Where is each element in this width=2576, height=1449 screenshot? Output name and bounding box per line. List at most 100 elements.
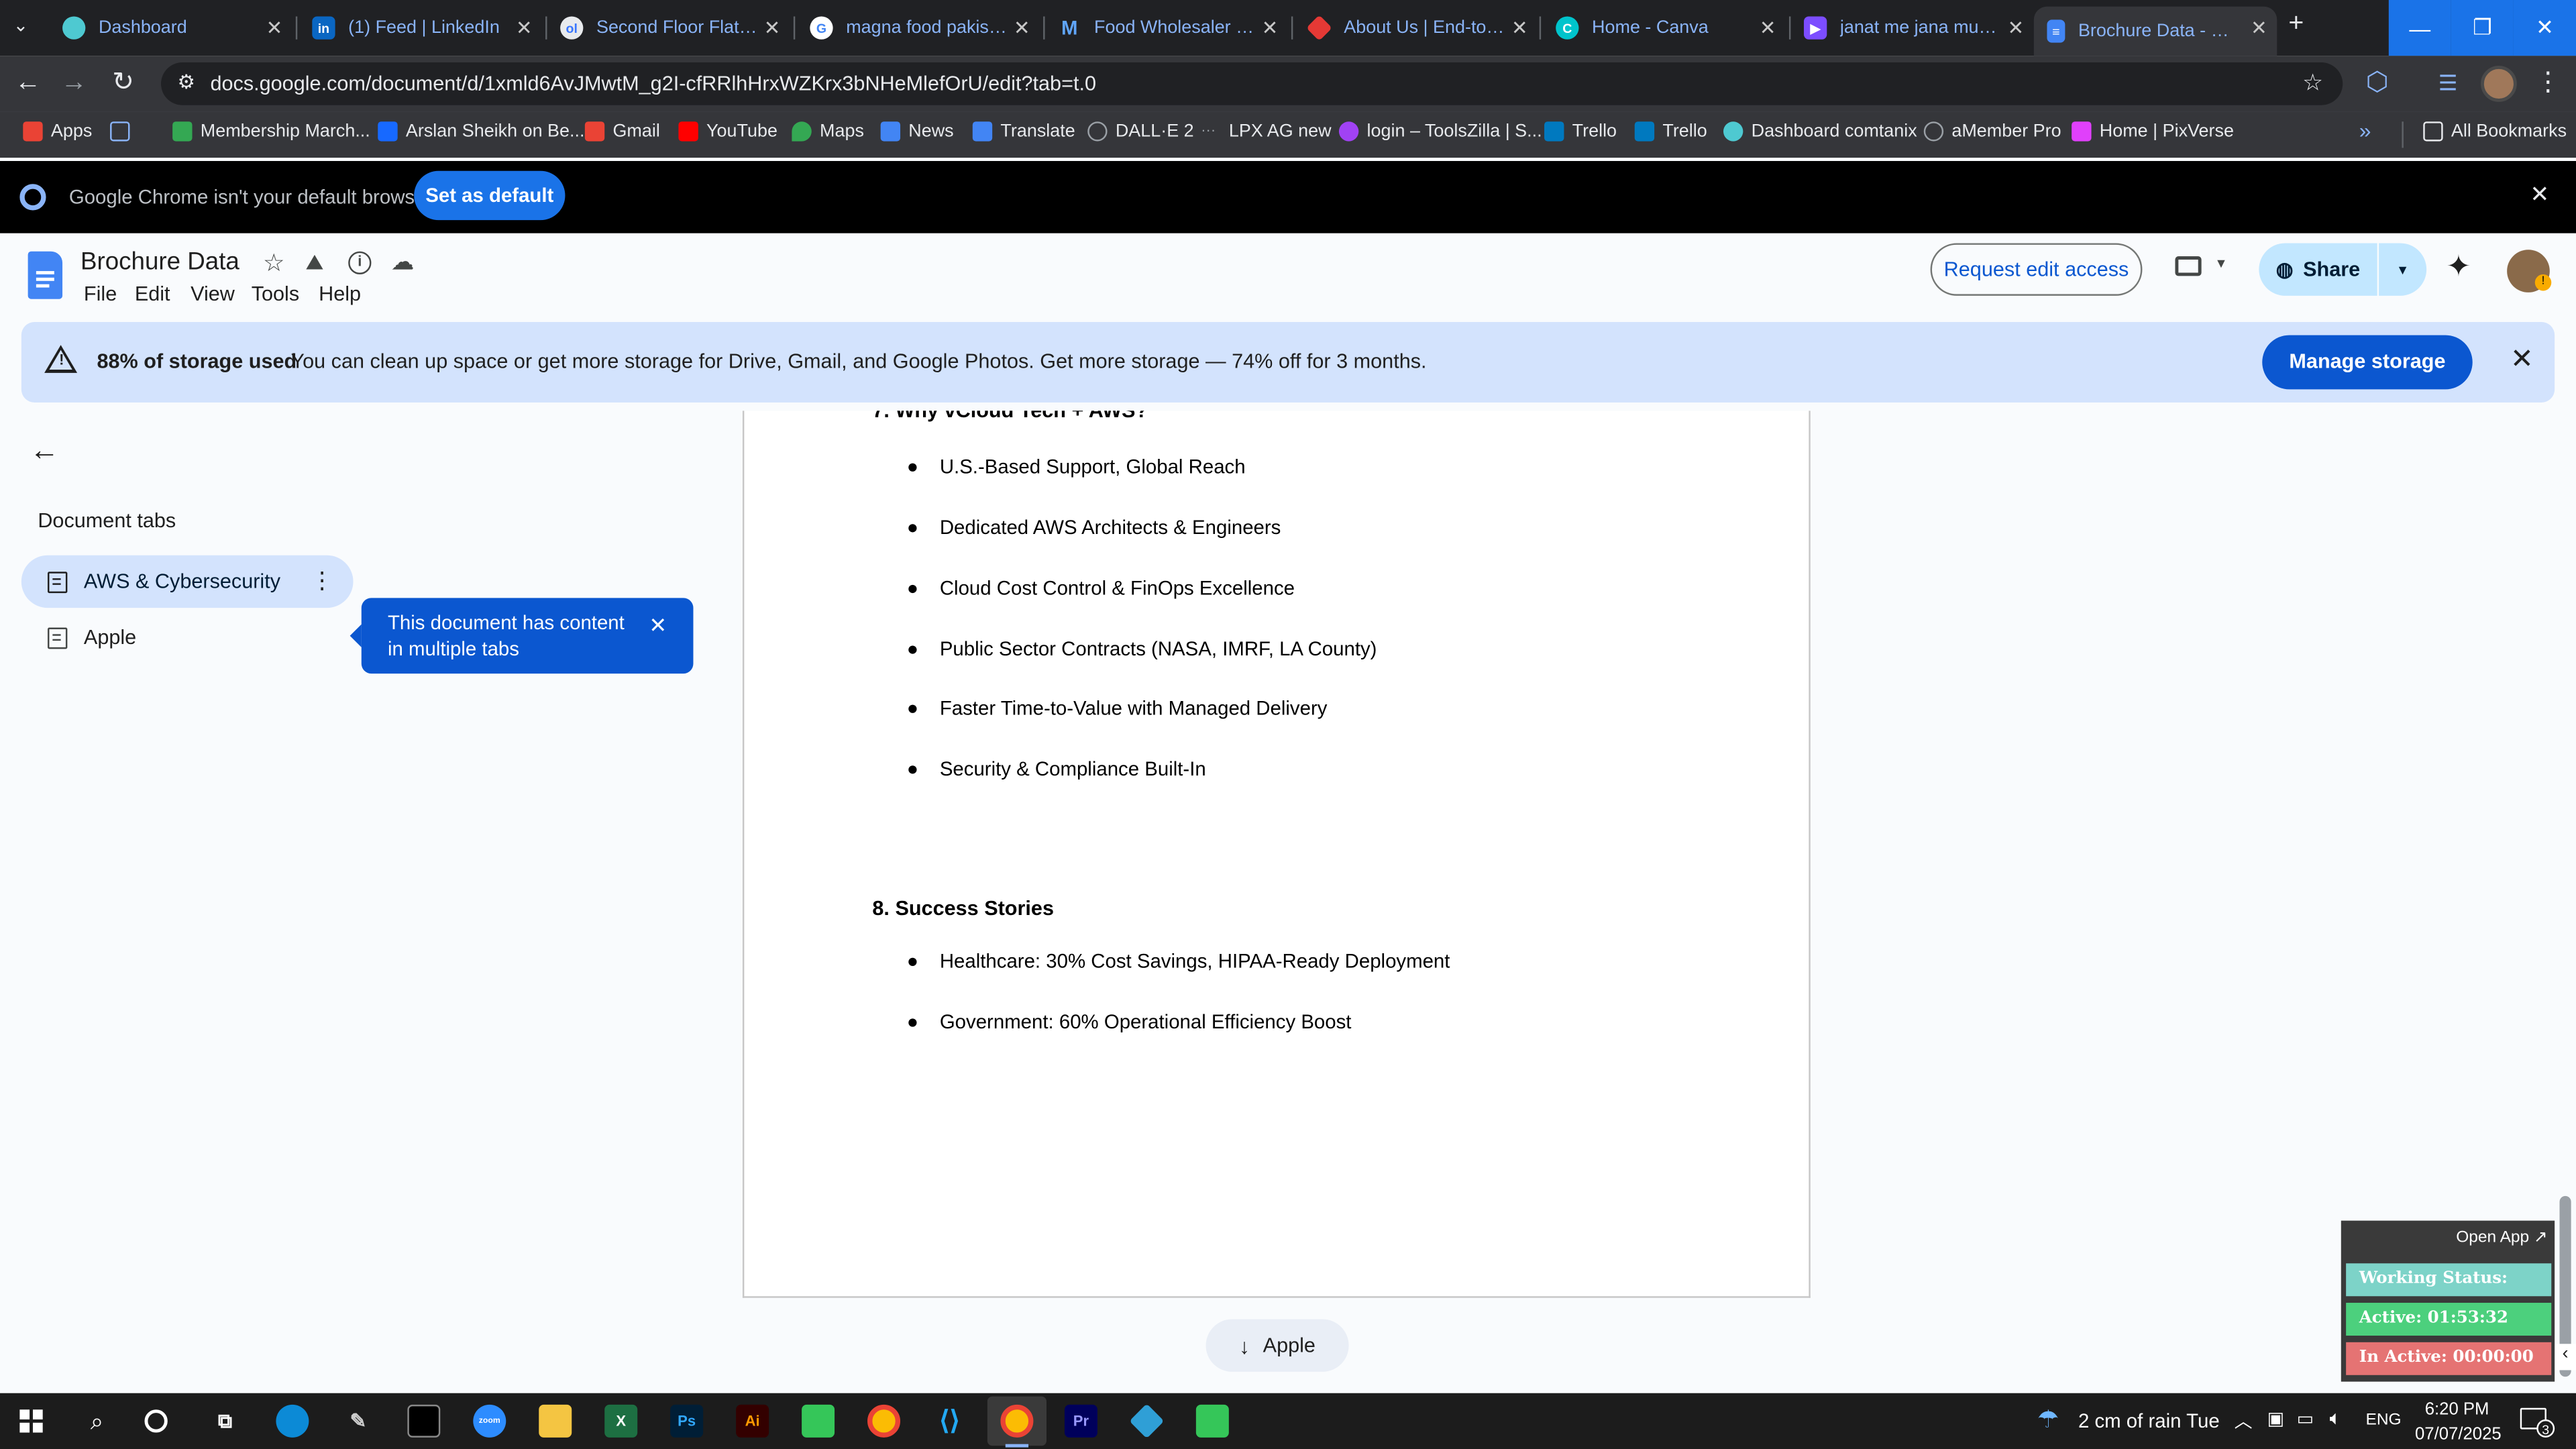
- new-tab-icon[interactable]: +: [2288, 10, 2304, 40]
- premiere-icon[interactable]: Pr: [1064, 1404, 1097, 1438]
- doc-tab-apple[interactable]: Apple: [21, 611, 354, 663]
- info-icon[interactable]: i: [348, 251, 372, 274]
- gemini-sparkle-icon[interactable]: ✦: [2447, 250, 2471, 284]
- menu-view[interactable]: View: [191, 282, 235, 305]
- browser-tab[interactable]: M Food Wholesaler | Ha ✕: [1045, 7, 1288, 50]
- meet-dropdown-icon[interactable]: ▼: [2214, 256, 2227, 271]
- close-tab-icon[interactable]: ✕: [2008, 16, 2025, 39]
- close-tab-icon[interactable]: ✕: [1760, 16, 1776, 39]
- bookmark-item[interactable]: DALL·E 2: [1087, 121, 1194, 142]
- site-info-icon[interactable]: ⚙: [177, 70, 195, 93]
- document-page[interactable]: 7. Why vCloud Tech + AWS? U.S.-Based Sup…: [742, 399, 1811, 1298]
- tab-search-icon[interactable]: ⌄: [13, 15, 29, 36]
- all-bookmarks[interactable]: All Bookmarks: [2423, 121, 2567, 142]
- doc-tab-aws[interactable]: AWS & Cybersecurity ⋮: [21, 555, 354, 608]
- manage-storage-button[interactable]: Manage storage: [2262, 335, 2473, 390]
- bookmark-item[interactable]: ··· LPX AG new: [1201, 121, 1331, 141]
- tray-chevron-icon[interactable]: ︿: [2235, 1408, 2253, 1434]
- clock-date[interactable]: 07/07/2025: [2415, 1424, 2502, 1444]
- edge-icon[interactable]: [276, 1404, 309, 1438]
- bookmark-item[interactable]: aMember Pro: [1923, 121, 2061, 142]
- browser-tab[interactable]: G magna food pakistan ✕: [797, 7, 1040, 50]
- share-button[interactable]: ◍ Share: [2259, 243, 2377, 296]
- close-tab-icon[interactable]: ✕: [764, 16, 781, 39]
- profile-avatar[interactable]: [2480, 65, 2517, 102]
- tray-app-icon[interactable]: ▣: [2267, 1408, 2284, 1429]
- browser-tab-active[interactable]: ≡ Brochure Data - Goo ✕: [2033, 6, 2277, 56]
- language-indicator[interactable]: ENG: [2366, 1411, 2402, 1430]
- pen-icon[interactable]: ✎: [341, 1405, 374, 1438]
- browser-tab[interactable]: C Home - Canva ✕: [1543, 7, 1786, 50]
- excel-icon[interactable]: X: [604, 1404, 638, 1438]
- close-tab-icon[interactable]: ✕: [516, 16, 533, 39]
- bookmark-item[interactable]: Dashboard comtanix: [1723, 121, 1917, 142]
- back-arrow-icon[interactable]: ←: [13, 69, 43, 99]
- bookmark-item[interactable]: Maps: [792, 121, 864, 142]
- close-tab-icon[interactable]: ✕: [1511, 16, 1528, 39]
- browser-tab[interactable]: Dashboard ✕: [49, 7, 292, 50]
- chrome-icon[interactable]: [867, 1404, 901, 1438]
- bookmark-item[interactable]: Home | PixVerse: [2072, 121, 2234, 142]
- menu-file[interactable]: File: [84, 282, 117, 305]
- illustrator-icon[interactable]: Ai: [736, 1404, 769, 1438]
- search-icon[interactable]: ⌕: [80, 1405, 113, 1438]
- volume-icon[interactable]: 🔈︎: [2330, 1406, 2342, 1431]
- terminal-icon[interactable]: [407, 1404, 441, 1438]
- file-explorer-icon[interactable]: [539, 1404, 572, 1438]
- bookmark-item[interactable]: Trello: [1634, 121, 1707, 142]
- extensions-icon[interactable]: ⬡: [2363, 69, 2392, 99]
- forward-arrow-icon[interactable]: →: [59, 69, 89, 99]
- address-bar[interactable]: ⚙ docs.google.com/document/d/1xmld6AvJMw…: [161, 62, 2343, 105]
- close-tab-icon[interactable]: ✕: [1262, 16, 1279, 39]
- browser-tab[interactable]: in (1) Feed | LinkedIn ✕: [299, 7, 542, 50]
- star-icon[interactable]: ☆: [263, 248, 285, 278]
- next-tab-button[interactable]: ↓ Apple: [1205, 1319, 1349, 1372]
- set-as-default-button[interactable]: Set as default: [414, 170, 566, 221]
- menu-dots-icon[interactable]: ⋮: [2533, 69, 2563, 99]
- collapse-arrow-icon[interactable]: ‹: [2555, 1344, 2576, 1371]
- docs-logo-icon[interactable]: [28, 251, 63, 299]
- weather-icon[interactable]: ☂: [2037, 1405, 2059, 1434]
- bookmark-grid[interactable]: [110, 121, 138, 142]
- cortana-icon[interactable]: [144, 1409, 168, 1433]
- minimize-window-button[interactable]: —: [2388, 0, 2451, 56]
- bookmark-item[interactable]: login – ToolsZilla | S...: [1338, 121, 1542, 142]
- green-app-icon[interactable]: [802, 1404, 835, 1438]
- close-infobar-icon[interactable]: ✕: [2530, 180, 2549, 209]
- weather-text[interactable]: 2 cm of rain Tue: [2078, 1409, 2220, 1432]
- browser-tab[interactable]: About Us | End-to-En ✕: [1295, 7, 1538, 50]
- meet-video-icon[interactable]: [2175, 256, 2202, 276]
- zoom-icon[interactable]: zoom: [473, 1404, 506, 1438]
- vscode-icon[interactable]: ⟨⟩: [933, 1405, 966, 1438]
- document-title[interactable]: Brochure Data: [80, 248, 239, 276]
- green-app-icon[interactable]: [1195, 1404, 1229, 1438]
- network-icon[interactable]: ▭: [2297, 1408, 2314, 1429]
- windows-start-icon[interactable]: [19, 1409, 43, 1433]
- browser-tab[interactable]: ▶ janat me jana mumki ✕: [1790, 7, 2033, 50]
- browser-tab[interactable]: ol Second Floor Flat For ✕: [547, 7, 790, 50]
- bookmark-item[interactable]: Translate: [972, 121, 1075, 142]
- url-text[interactable]: docs.google.com/document/d/1xmld6AvJMwtM…: [210, 72, 1096, 95]
- close-window-button[interactable]: ✕: [2513, 0, 2576, 56]
- menu-edit[interactable]: Edit: [135, 282, 170, 305]
- close-tab-icon[interactable]: ✕: [2251, 16, 2267, 39]
- blue-app-icon[interactable]: [1129, 1403, 1165, 1439]
- bookmark-item[interactable]: Gmail: [584, 121, 660, 142]
- dismiss-banner-icon[interactable]: ✕: [2510, 343, 2534, 376]
- move-drive-icon[interactable]: ⛰: [306, 250, 324, 276]
- tab-options-icon[interactable]: ⋮: [311, 567, 333, 595]
- bookmark-item[interactable]: Membership March...: [172, 121, 370, 142]
- bookmark-item[interactable]: Trello: [1544, 121, 1617, 142]
- reading-list-icon[interactable]: ☰: [2433, 69, 2463, 99]
- chrome-active-icon[interactable]: [1000, 1404, 1034, 1438]
- close-tooltip-icon[interactable]: ✕: [649, 612, 667, 639]
- bookmark-star-icon[interactable]: ☆: [2302, 69, 2323, 97]
- bookmark-item[interactable]: News: [880, 121, 954, 142]
- task-view-icon[interactable]: ⧉: [209, 1405, 241, 1438]
- bookmark-item[interactable]: YouTube: [678, 121, 777, 142]
- back-arrow-icon[interactable]: ←: [30, 434, 59, 468]
- request-edit-access-button[interactable]: Request edit access: [1930, 243, 2143, 296]
- menu-help[interactable]: Help: [319, 282, 361, 305]
- photoshop-icon[interactable]: Ps: [670, 1404, 704, 1438]
- bookmark-apps[interactable]: Apps: [23, 121, 92, 142]
